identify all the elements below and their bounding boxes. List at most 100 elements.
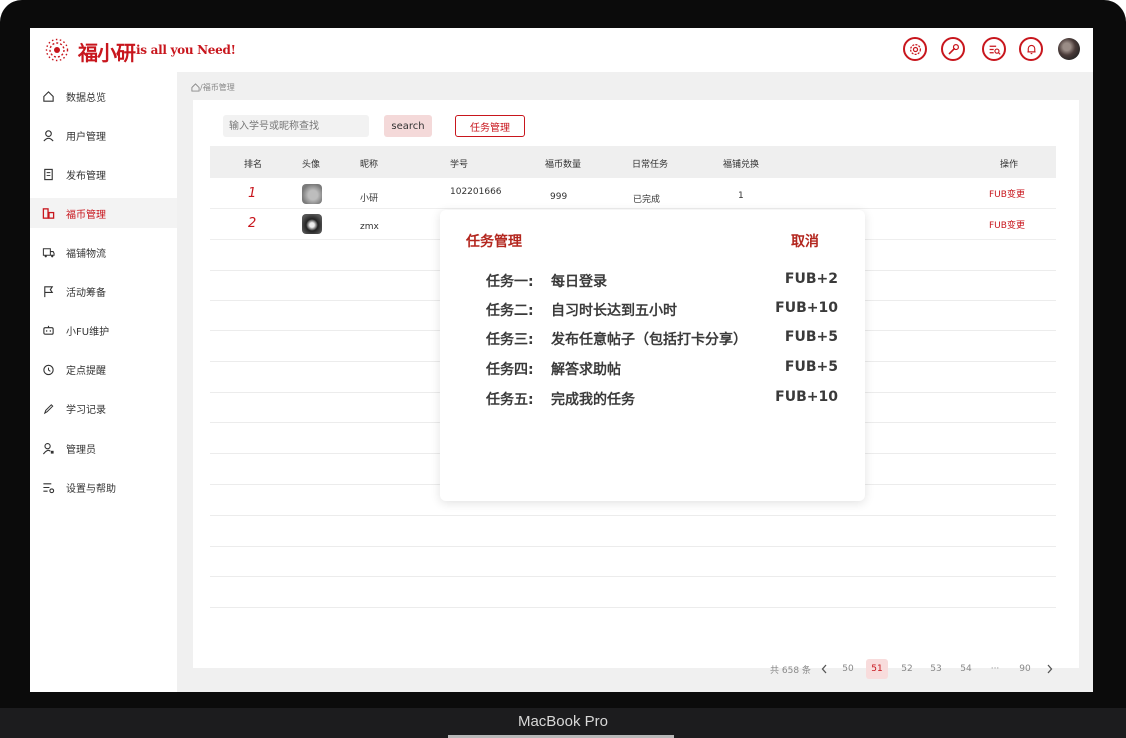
page-ellipsis[interactable]: ··· xyxy=(984,659,1006,679)
document-icon xyxy=(41,167,55,181)
task-name: 任务一: xyxy=(486,274,534,290)
fub-change-link[interactable]: FUB变更 xyxy=(989,187,1025,200)
task-name: 任务四: xyxy=(486,362,534,378)
sidebar-item-maintenance[interactable]: 小FU维护 xyxy=(30,315,177,345)
row-divider xyxy=(210,576,1056,577)
student-id-cell: 102201666 xyxy=(450,187,502,197)
task-manage-button[interactable]: 任务管理 xyxy=(455,115,525,137)
pagination-total: 共 658 条 xyxy=(770,665,811,676)
sidebar-item-reminder[interactable]: 定点提醒 xyxy=(30,354,177,384)
coins-icon xyxy=(41,206,55,220)
task-reward: FUB+2 xyxy=(784,271,838,287)
task-reward: FUB+10 xyxy=(775,300,838,316)
sidebar-item-label: 定点提醒 xyxy=(66,365,106,377)
breadcrumb: /福币管理 xyxy=(191,82,235,93)
next-page-icon[interactable] xyxy=(1038,659,1060,679)
sidebar-item-settings-help[interactable]: 设置与帮助 xyxy=(30,472,177,502)
user-icon xyxy=(41,128,55,142)
page-53[interactable]: 53 xyxy=(925,659,947,679)
exchange-cell: 1 xyxy=(738,191,744,201)
page-52[interactable]: 52 xyxy=(896,659,918,679)
sidebar-item-label: 福币管理 xyxy=(66,209,106,221)
sidebar-item-admin[interactable]: 管理员 xyxy=(30,433,177,463)
bell-icon[interactable] xyxy=(1019,37,1043,61)
admin-icon xyxy=(41,441,55,455)
task-manage-modal: 任务管理 取消 任务一: 每日登录 FUB+2 任务二: 自习时长达到五小时 F… xyxy=(440,210,865,501)
search-input[interactable] xyxy=(223,115,369,137)
settings-list-icon xyxy=(41,480,55,494)
nickname-cell: zmx xyxy=(360,222,379,232)
task-name: 任务五: xyxy=(486,392,534,408)
sidebar-item-label: 福铺物流 xyxy=(66,248,106,260)
cancel-button[interactable]: 取消 xyxy=(791,231,819,251)
laptop-frame: 福小研 is all you Need! 数据总览 用户管理 发布管理 福币管理… xyxy=(0,0,1126,738)
rank-cell: 2 xyxy=(248,216,257,231)
row-divider xyxy=(210,607,1056,608)
sidebar: 数据总览 用户管理 发布管理 福币管理 福铺物流 活动筹备 小FU维护 定点提醒… xyxy=(30,72,177,692)
app-screen: 福小研 is all you Need! 数据总览 用户管理 发布管理 福币管理… xyxy=(30,28,1093,692)
task-desc: 自习时长达到五小时 xyxy=(551,303,677,319)
nickname-cell: 小研 xyxy=(360,194,379,204)
sidebar-item-label: 活动筹备 xyxy=(66,287,106,299)
coins-cell: 999 xyxy=(550,192,568,202)
wrench-icon[interactable] xyxy=(941,37,965,61)
sidebar-item-label: 管理员 xyxy=(66,444,96,456)
top-header: 福小研 is all you Need! xyxy=(30,28,1093,72)
col-avatar: 头像 xyxy=(302,160,321,170)
task-reward: FUB+5 xyxy=(784,359,838,375)
col-nickname: 昵称 xyxy=(360,160,379,170)
logo-icon xyxy=(45,38,69,62)
sidebar-item-publish[interactable]: 发布管理 xyxy=(30,159,177,189)
robot-icon xyxy=(41,323,55,337)
sidebar-item-label: 学习记录 xyxy=(66,404,106,416)
task-item: 任务三: 发布任意帖子（包括打卡分享） FUB+5 xyxy=(486,329,838,349)
sidebar-item-study[interactable]: 学习记录 xyxy=(30,393,177,423)
task-reward: FUB+10 xyxy=(775,389,838,405)
sidebar-item-label: 数据总览 xyxy=(66,92,106,104)
col-student-id: 学号 xyxy=(450,160,469,170)
pen-icon xyxy=(41,401,55,415)
sidebar-item-events[interactable]: 活动筹备 xyxy=(30,276,177,306)
rank-cell: 1 xyxy=(248,186,257,201)
daily-cell: 已完成 xyxy=(633,195,661,205)
truck-icon xyxy=(41,245,55,259)
search-list-icon[interactable] xyxy=(982,37,1006,61)
flag-icon xyxy=(41,284,55,298)
col-coins: 福币数量 xyxy=(545,160,582,170)
prev-page-icon[interactable] xyxy=(813,659,835,679)
sidebar-item-label: 发布管理 xyxy=(66,170,106,182)
avatar xyxy=(302,184,322,204)
sidebar-item-users[interactable]: 用户管理 xyxy=(30,120,177,150)
col-exchange: 福铺兑换 xyxy=(723,160,760,170)
avatar xyxy=(302,214,322,234)
page-54[interactable]: 54 xyxy=(955,659,977,679)
page-50[interactable]: 50 xyxy=(837,659,859,679)
task-item: 任务一: 每日登录 FUB+2 xyxy=(486,271,838,291)
settings-icon[interactable] xyxy=(903,37,927,61)
search-button[interactable]: search xyxy=(384,115,432,137)
sidebar-item-label: 设置与帮助 xyxy=(66,483,116,495)
page-51[interactable]: 51 xyxy=(866,659,888,679)
home-icon[interactable] xyxy=(191,83,200,92)
table-row: 1 小研 102201666 999 已完成 1 FUB变更 xyxy=(210,178,1056,209)
user-avatar[interactable] xyxy=(1058,38,1080,60)
sidebar-item-logistics[interactable]: 福铺物流 xyxy=(30,237,177,267)
task-item: 任务二: 自习时长达到五小时 FUB+10 xyxy=(486,300,838,320)
task-name: 任务三: xyxy=(486,332,534,348)
sidebar-item-coins[interactable]: 福币管理 xyxy=(30,198,177,228)
fub-change-link[interactable]: FUB变更 xyxy=(989,218,1025,231)
modal-title: 任务管理 xyxy=(466,234,522,250)
page-90[interactable]: 90 xyxy=(1014,659,1036,679)
col-rank: 排名 xyxy=(244,160,263,170)
sidebar-item-overview[interactable]: 数据总览 xyxy=(30,81,177,111)
breadcrumb-text[interactable]: /福币管理 xyxy=(200,82,235,93)
row-divider xyxy=(210,546,1056,547)
task-desc: 完成我的任务 xyxy=(551,392,635,408)
task-desc: 每日登录 xyxy=(551,274,607,290)
task-item: 任务四: 解答求助帖 FUB+5 xyxy=(486,359,838,379)
col-action: 操作 xyxy=(1000,160,1019,170)
task-desc: 发布任意帖子（包括打卡分享） xyxy=(551,332,747,348)
row-divider xyxy=(210,515,1056,516)
sidebar-item-label: 用户管理 xyxy=(66,131,106,143)
task-desc: 解答求助帖 xyxy=(551,362,621,378)
